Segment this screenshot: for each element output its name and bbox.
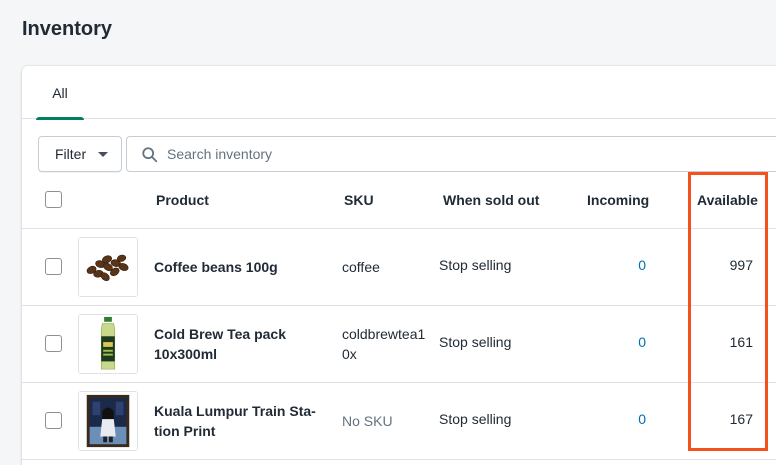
column-header-sku[interactable]: SKU [344,192,374,208]
column-header-incoming[interactable]: Incoming [587,192,649,208]
filter-button-label: Filter [55,146,87,162]
table-header: Product SKU When sold out Incoming Avail… [22,173,776,229]
row-checkbox[interactable] [45,412,62,429]
tab-all[interactable]: All [36,66,84,120]
column-header-available[interactable]: Available [697,192,758,208]
page-title: Inventory [22,18,113,40]
coffee-beans-image[interactable] [78,237,138,297]
product-name[interactable]: Cold Brew Tea pack 10x300ml [154,324,324,364]
sku-value: No SKU [342,413,393,429]
inventory-card: All Filter Product SKU When sold out Inc… [22,66,776,465]
product-name[interactable]: Kuala Lumpur Train Sta-tion Print [154,401,324,441]
incoming-link[interactable]: 0 [582,257,646,273]
incoming-link[interactable]: 0 [582,411,646,427]
search-input[interactable] [167,137,776,171]
search-box[interactable] [126,136,776,172]
when-sold-out-value[interactable]: Stop selling [439,411,511,427]
row-checkbox[interactable] [45,258,62,275]
column-header-product[interactable]: Product [156,192,209,208]
available-quantity[interactable]: 997 [692,257,753,273]
table-row[interactable]: Kuala Lumpur Train Sta-tion Print No SKU… [22,383,776,460]
column-header-when-sold-out[interactable]: When sold out [443,192,539,208]
table-row[interactable]: Cold Brew Tea pack 10x300ml coldbrewtea1… [22,306,776,383]
available-quantity[interactable]: 161 [692,334,753,350]
when-sold-out-value[interactable]: Stop selling [439,257,511,273]
product-name[interactable]: Coffee beans 100g [154,257,324,277]
row-checkbox[interactable] [45,335,62,352]
select-all-checkbox[interactable] [45,191,62,208]
sku-value: coffee [342,259,380,275]
tea-bottle-image[interactable] [78,314,138,374]
table-row[interactable]: Coffee beans 100g coffee Stop selling 0 … [22,229,776,306]
incoming-link[interactable]: 0 [582,334,646,350]
tab-bar: All [22,66,776,120]
search-icon [142,147,158,163]
train-station-print-image[interactable] [78,391,138,451]
filter-button[interactable]: Filter [38,136,122,172]
available-quantity[interactable]: 167 [692,411,753,427]
when-sold-out-value[interactable]: Stop selling [439,334,511,350]
sku-value: coldbrewtea10x [342,326,426,362]
caret-down-icon [98,152,108,157]
